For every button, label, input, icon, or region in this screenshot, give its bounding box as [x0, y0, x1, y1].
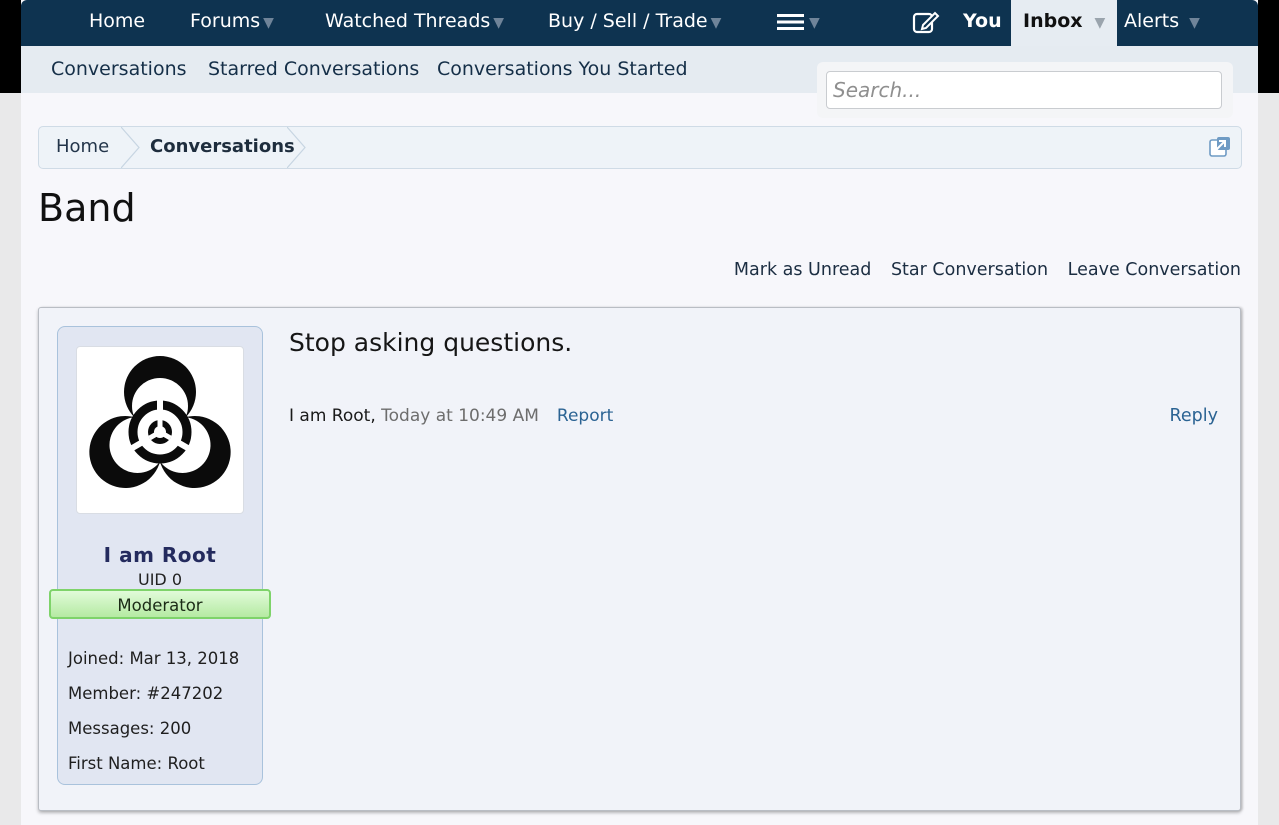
member-label: Member: [68, 684, 142, 703]
member-value: #247202 [146, 684, 224, 703]
first-name-label: First Name: [68, 754, 163, 773]
nav-alerts[interactable]: Alerts ▼ [1124, 0, 1200, 46]
biohazard-icon [89, 356, 231, 488]
tab-starred-conversations[interactable]: Starred Conversations [208, 58, 419, 80]
message-meta: I am Root, Today at 10:49 AM Report [289, 406, 613, 426]
chevron-down-icon[interactable]: ▼ [493, 15, 504, 31]
nav-inbox[interactable]: Inbox ▼ [1011, 0, 1118, 46]
nav-watched-threads[interactable]: Watched Threads ▼ [325, 0, 504, 46]
nav-home[interactable]: Home [89, 0, 145, 46]
page: Home Forums ▼ Watched Threads ▼ Buy / Sell… [21, 0, 1258, 825]
breadcrumb: Home Conversations [38, 126, 1242, 169]
meta-comma: , [370, 406, 382, 426]
user-title: UID 0 [137, 570, 182, 589]
nav-forums-label: Forums [190, 10, 261, 32]
chevron-down-icon[interactable]: ▼ [263, 15, 274, 31]
nav-alerts-label: Alerts [1124, 10, 1180, 32]
mark-unread-link[interactable]: Mark as Unread [734, 260, 871, 280]
joined-info: Joined: Mar 13, 2018 [68, 649, 239, 668]
member-info: Member: #247202 [68, 684, 223, 703]
first-name-info: First Name: Root [68, 754, 205, 773]
breadcrumb-home[interactable]: Home [56, 127, 109, 168]
user-info-block: I am Root UID 0 Moderator Joined: Mar 13… [49, 326, 271, 785]
chevron-down-icon[interactable]: ▼ [1189, 15, 1200, 31]
breadcrumb-current[interactable]: Conversations [150, 127, 295, 168]
chevron-down-icon[interactable]: ▼ [711, 15, 722, 31]
conversation-actions: Mark as Unread Star Conversation Leave C… [720, 260, 1241, 280]
leave-conversation-link[interactable]: Leave Conversation [1068, 260, 1241, 280]
nav-forums[interactable]: Forums ▼ [190, 0, 274, 46]
tab-conversations[interactable]: Conversations [51, 58, 187, 80]
message-author[interactable]: I am Root [289, 406, 370, 426]
nav-more-menu[interactable]: ▼ [776, 0, 820, 46]
nav-inbox-label: Inbox [1023, 10, 1083, 32]
search-container [817, 62, 1233, 118]
compose-button[interactable] [912, 0, 940, 46]
message-text: Stop asking questions. [289, 328, 573, 357]
star-conversation-link[interactable]: Star Conversation [891, 260, 1048, 280]
nav-you[interactable]: You [963, 0, 1002, 46]
avatar[interactable] [76, 346, 244, 514]
username[interactable]: I am Root [58, 543, 262, 567]
joined-value: Mar 13, 2018 [129, 649, 240, 668]
first-name-value: Root [167, 754, 205, 773]
message: I am Root UID 0 Moderator Joined: Mar 13… [38, 307, 1241, 811]
search-input[interactable] [826, 71, 1222, 109]
report-link[interactable]: Report [557, 406, 613, 426]
messages-info: Messages: 200 [68, 719, 191, 738]
nav-you-label: You [963, 10, 1002, 32]
primary-nav: Home Forums ▼ Watched Threads ▼ Buy / Sell… [21, 0, 1258, 46]
tab-conversations-you-started[interactable]: Conversations You Started [437, 58, 688, 80]
nav-buy-sell-trade-label: Buy / Sell / Trade [548, 10, 708, 32]
nav-home-label: Home [89, 10, 146, 32]
messages-value[interactable]: 200 [160, 719, 192, 738]
breadcrumb-separator-icon [287, 127, 306, 168]
messages-label: Messages: [68, 719, 155, 738]
nav-watched-threads-label: Watched Threads [325, 10, 491, 32]
page-title: Band [38, 186, 136, 230]
message-date[interactable]: Today at 10:49 AM [381, 406, 539, 426]
hamburger-menu-icon[interactable] [776, 11, 806, 33]
joined-label: Joined: [68, 649, 125, 668]
jump-to-page-icon[interactable] [1209, 136, 1231, 158]
reply-link[interactable]: Reply [1170, 406, 1218, 426]
chevron-down-icon[interactable]: ▼ [809, 15, 820, 31]
compose-icon[interactable] [912, 9, 940, 35]
nav-buy-sell-trade[interactable]: Buy / Sell / Trade ▼ [548, 0, 721, 46]
role-badge: Moderator [49, 589, 271, 619]
chevron-down-icon[interactable]: ▼ [1095, 15, 1106, 31]
breadcrumb-separator-icon [121, 127, 140, 168]
